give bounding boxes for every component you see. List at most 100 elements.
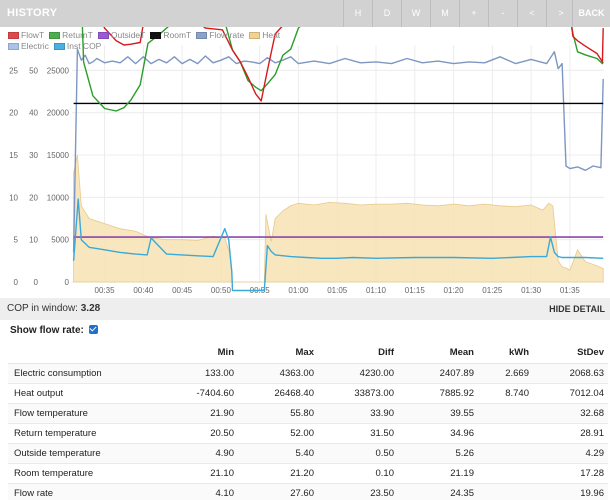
stats-row: Return temperature 20.50 52.00 31.50 34.96 28… [8,422,608,443]
legend-label: Inst COP [66,41,102,51]
stats-cell: 7012.04 [533,382,608,403]
stats-cell: 0.50 [318,442,398,463]
stats-cell [478,462,533,483]
y-left-tick: 10 [9,193,18,202]
stats-row-label: Heat output [8,382,158,403]
stats-cell: 33873.00 [318,382,398,403]
stats-row: Room temperature 21.10 21.20 0.10 21.19 17.28 [8,462,608,483]
stats-cell: 0.10 [318,462,398,483]
chart-legend: FlowT ReturnT OutsideT RoomT Flow rate Heat El… [8,30,308,52]
x-tick-label: 00:40 [133,286,154,295]
stats-cell: 5.26 [398,442,478,463]
legend-label: FlowT [21,30,45,40]
stats-cell: 34.96 [398,422,478,443]
stats-cell: 21.20 [238,462,318,483]
day-button[interactable]: D [372,0,401,27]
y-right-tick: 10000 [47,193,70,202]
legend-item-flowt[interactable]: FlowT [8,30,44,41]
stats-cell: 23.50 [318,482,398,500]
x-tick-label: 01:35 [560,286,581,295]
y-mid-tick: 20 [29,193,38,202]
history-header: HISTORY H D W M + - < > BACK [0,0,610,27]
legend-item-roomt[interactable]: RoomT [150,30,191,41]
stats-cell: 5.40 [238,442,318,463]
stats-cell: 2407.89 [398,362,478,383]
stats-cell: 55.80 [238,402,318,423]
stats-cell: 21.10 [158,462,238,483]
stats-cell: 28.91 [533,422,608,443]
show-flow-rate-option: Show flow rate: [10,325,98,336]
x-tick-label: 01:25 [482,286,503,295]
stats-cell: 133.00 [158,362,238,383]
stats-cell: 52.00 [238,422,318,443]
month-button[interactable]: M [430,0,459,27]
stats-header-stdev: StDev [533,343,608,364]
week-button[interactable]: W [401,0,430,27]
stats-row-label: Flow rate [8,482,158,500]
stats-cell: -7404.60 [158,382,238,403]
legend-swatch [8,43,19,50]
zoom-out-button[interactable]: - [488,0,517,27]
legend-item-returnt[interactable]: ReturnT [49,30,93,41]
legend-item-inst-cop[interactable]: Inst COP [53,41,102,52]
legend-item-flow-rate[interactable]: Flow rate [196,30,244,41]
legend-swatch [249,32,261,39]
legend-label: OutsideT [110,30,146,40]
stats-row-label: Room temperature [8,462,158,483]
stats-header-row: Min Max Diff Mean kWh StDev [8,343,608,364]
cop-window-text: COP in window: 3.28 [7,303,100,314]
stats-header-mean: Mean [398,343,478,364]
y-mid-tick: 50 [29,66,38,75]
stats-cell: 4363.00 [238,362,318,383]
stats-cell [478,442,533,463]
stats-header-blank [8,343,158,364]
y-right-tick: 15000 [47,151,70,160]
stats-cell: 32.68 [533,402,608,423]
y-right-tick: 0 [65,278,70,287]
legend-label: Flow rate [209,30,245,40]
stats-cell: 4.29 [533,442,608,463]
legend-swatch [8,32,19,39]
stats-cell: 17.28 [533,462,608,483]
zoom-in-button[interactable]: + [459,0,488,27]
stats-row-label: Flow temperature [8,402,158,423]
pan-right-button[interactable]: > [546,0,575,27]
stats-cell: 39.55 [398,402,478,423]
y-mid-tick: 0 [34,278,39,287]
stats-cell: 33.90 [318,402,398,423]
back-button[interactable]: BACK [572,0,610,27]
stats-row: Flow rate 4.10 27.60 23.50 24.35 19.96 [8,482,608,500]
y-left-tick: 0 [14,278,19,287]
stats-cell [478,422,533,443]
legend-swatch [150,32,162,39]
stats-header-diff: Diff [318,343,398,364]
y-right-tick: 20000 [47,109,70,118]
stats-cell: 20.50 [158,422,238,443]
legend-item-outsidet[interactable]: OutsideT [97,30,146,41]
hour-button[interactable]: H [343,0,372,27]
stats-header-kwh: kWh [478,343,533,364]
y-mid-tick: 40 [29,109,38,118]
cop-value: 3.28 [80,303,101,314]
stats-row: Flow temperature 21.90 55.80 33.90 39.55 32.6… [8,402,608,423]
x-tick-label: 00:35 [95,286,116,295]
x-tick-label: 01:00 [288,286,309,295]
legend-item-heat[interactable]: Heat [249,30,280,41]
legend-swatch [97,32,109,39]
stats-cell: 31.50 [318,422,398,443]
y-mid-tick: 30 [29,151,38,160]
stats-cell: 21.90 [158,402,238,423]
legend-swatch [53,43,65,50]
cop-summary-bar: COP in window: 3.28 HIDE DETAIL [0,298,610,320]
y-right-tick: 5000 [51,236,69,245]
legend-item-electric[interactable]: Electric [8,41,49,52]
x-tick-label: 01:15 [405,286,426,295]
pan-left-button[interactable]: < [517,0,546,27]
show-flow-rate-checkbox[interactable] [88,325,98,334]
stats-cell: 8.740 [478,382,533,403]
stats-header-max: Max [238,343,318,364]
history-chart[interactable]: 0 0 0 5 10 5000 10 20 10000 15 30 15000 20 40 20000 25 5… [0,27,610,297]
history-chart-svg: 0 0 0 5 10 5000 10 20 10000 15 30 15000 20 40 20000 25 5… [9,27,604,295]
stats-cell: 2.669 [478,362,533,383]
hide-detail-button[interactable]: HIDE DETAIL [549,304,605,314]
